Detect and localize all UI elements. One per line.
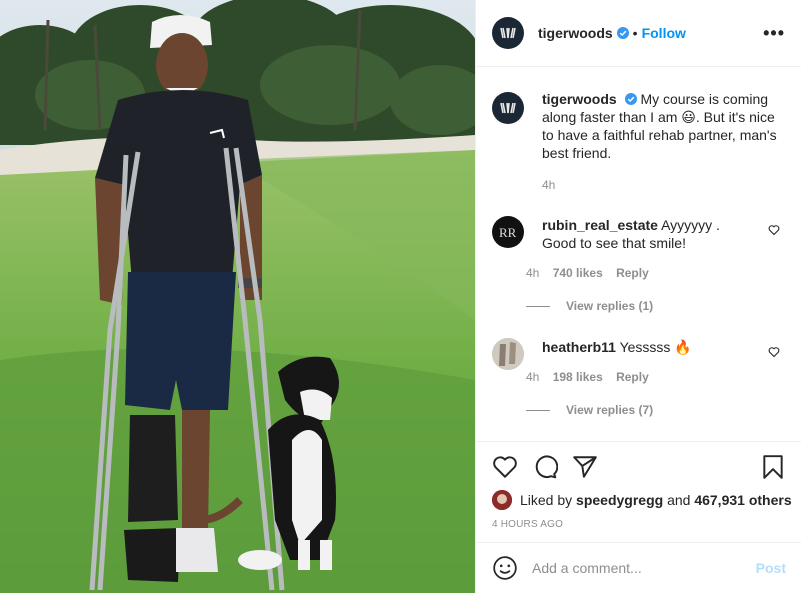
author-username[interactable]: tigerwoods	[538, 25, 613, 41]
smiley-icon[interactable]	[492, 555, 518, 581]
caption-text-block: tigerwoods My course is coming along fas…	[542, 90, 782, 162]
comments-list[interactable]: tigerwoods My course is coming along fas…	[476, 68, 801, 441]
comment-time[interactable]: 4h	[526, 370, 539, 384]
liked-by-user[interactable]: speedygregg	[576, 492, 663, 508]
profile-photo-icon	[492, 338, 524, 370]
likes-count[interactable]: 467,931 others	[694, 492, 791, 508]
add-comment-bar: Post	[476, 542, 801, 593]
post-timestamp[interactable]: 4 HOURS AGO	[492, 519, 563, 530]
view-replies-label: View replies (1)	[566, 299, 654, 313]
liked-by-joiner: and	[667, 492, 691, 508]
commenter-avatar[interactable]: RR	[492, 216, 524, 248]
svg-text:RR: RR	[499, 225, 517, 239]
comment-icon[interactable]	[532, 454, 558, 480]
comment-text-block: rubin_real_estate Ayyyyyy . Good to see …	[542, 216, 754, 252]
heart-icon[interactable]	[492, 454, 518, 480]
caption-username[interactable]: tigerwoods	[542, 91, 617, 107]
action-icons-row	[492, 454, 786, 482]
post-caption: tigerwoods My course is coming along fas…	[492, 90, 792, 162]
verified-badge-icon	[624, 93, 637, 105]
author-avatar[interactable]	[492, 17, 524, 49]
bookmark-icon[interactable]	[760, 454, 786, 480]
more-options-icon[interactable]: •••	[763, 23, 785, 44]
post-header: tigerwoods • Follow •••	[476, 0, 801, 67]
liked-by-prefix: Liked by	[520, 492, 573, 508]
comment-item: RR rubin_real_estate Ayyyyyy . Good to s…	[492, 216, 792, 252]
follow-button[interactable]: Follow	[642, 25, 686, 41]
post-actions: Liked by speedygregg and 467,931 others …	[476, 441, 801, 541]
liker-photo-icon	[492, 490, 512, 510]
view-replies-button[interactable]: View replies (7)	[526, 403, 653, 417]
comment-time[interactable]: 4h	[526, 266, 539, 280]
comment-like-heart-icon[interactable]	[768, 224, 780, 236]
paper-plane-icon[interactable]	[572, 454, 598, 480]
replies-divider-line	[526, 409, 550, 411]
separator-dot: •	[632, 25, 638, 41]
reply-button[interactable]: Reply	[616, 370, 649, 384]
view-replies-button[interactable]: View replies (1)	[526, 299, 653, 313]
caption-time[interactable]: 4h	[542, 178, 555, 192]
view-replies-label: View replies (7)	[566, 403, 654, 417]
comment-like-heart-icon[interactable]	[768, 346, 780, 358]
tgr-logo-icon	[500, 27, 516, 39]
commenter-avatar[interactable]	[492, 338, 524, 370]
post-detail-panel: tigerwoods • Follow ••• tigerwoods My co…	[475, 0, 801, 593]
rr-logo-icon: RR	[499, 225, 517, 239]
replies-divider-line	[526, 305, 550, 307]
post-photo[interactable]	[0, 0, 475, 593]
comment-meta: 4h 198 likes Reply	[526, 370, 659, 384]
post-comment-button[interactable]: Post	[756, 560, 786, 576]
comment-text: Yesssss 🔥	[619, 339, 692, 355]
comment-username[interactable]: rubin_real_estate	[542, 217, 658, 233]
reply-button[interactable]: Reply	[616, 266, 649, 280]
comment-username[interactable]: heatherb11	[542, 339, 616, 355]
tgr-logo-icon	[500, 102, 516, 114]
liker-avatar[interactable]	[492, 490, 512, 510]
liked-by-summary: Liked by speedygregg and 467,931 others	[492, 490, 792, 510]
verified-badge-icon	[616, 27, 629, 39]
comment-item: heatherb11 Yesssss 🔥	[492, 338, 792, 370]
caption-avatar[interactable]	[492, 92, 524, 124]
comment-meta: 4h 740 likes Reply	[526, 266, 659, 280]
comment-input[interactable]	[532, 560, 752, 576]
comment-likes[interactable]: 198 likes	[553, 370, 603, 384]
comment-text-block: heatherb11 Yesssss 🔥	[542, 338, 754, 370]
comment-likes[interactable]: 740 likes	[553, 266, 603, 280]
post-image	[0, 0, 475, 593]
